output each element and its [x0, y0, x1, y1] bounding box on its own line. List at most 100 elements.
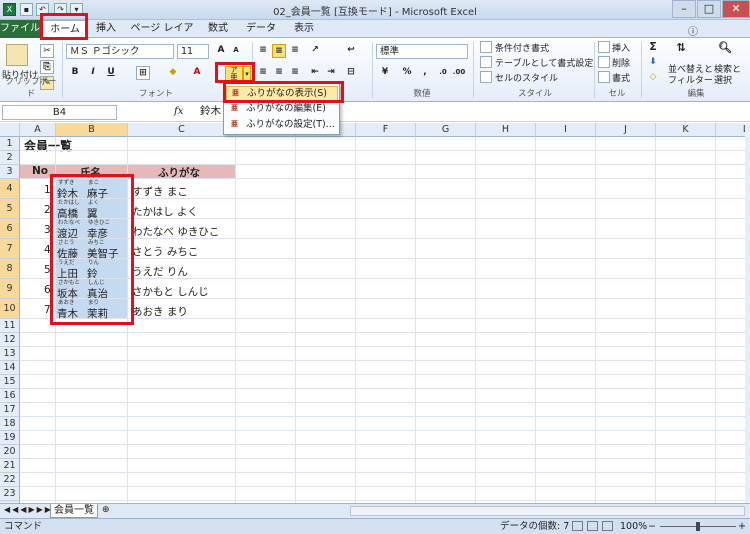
insert-function-button[interactable]: fx	[174, 106, 183, 117]
row-header-16[interactable]: 16	[0, 389, 20, 403]
row-header-3[interactable]: 3	[0, 165, 20, 179]
page-layout-view-icon[interactable]	[587, 521, 598, 531]
zoom-out-button[interactable]: −	[648, 519, 656, 534]
row-header-10[interactable]: 10	[0, 299, 20, 319]
row-header-11[interactable]: 11	[0, 319, 20, 333]
autosum-icon[interactable]: Σ	[646, 41, 660, 55]
row-header-12[interactable]: 12	[0, 333, 20, 347]
name-box[interactable]: B4	[2, 105, 117, 120]
percent-button[interactable]: %	[400, 66, 414, 80]
paste-icon[interactable]	[6, 44, 28, 66]
bold-button[interactable]: B	[68, 66, 82, 80]
tab-file[interactable]: ファイル	[0, 20, 40, 38]
align-center-icon[interactable]: ≡	[272, 66, 286, 80]
menu-item-phonetic-settings[interactable]: 亜 ふりがなの設定(T)...	[226, 118, 338, 133]
filter-button[interactable]: フィルター	[668, 73, 713, 86]
shrink-font-icon[interactable]: A	[229, 44, 243, 58]
select-button[interactable]: 選択	[714, 73, 732, 86]
cut-icon[interactable]: ✂	[40, 44, 54, 58]
fill-color-icon[interactable]: ◆	[166, 66, 180, 80]
column-header-c[interactable]: C	[128, 123, 236, 137]
vertical-scrollbar[interactable]	[745, 123, 750, 503]
row-header-4[interactable]: 4	[0, 179, 20, 199]
minimize-button[interactable]: –	[672, 0, 696, 18]
column-header-j[interactable]: J	[596, 123, 656, 137]
insert-cells-button[interactable]: 挿入	[612, 41, 630, 54]
maximize-button[interactable]: □	[697, 0, 721, 18]
clear-icon[interactable]: ◇	[646, 71, 660, 85]
column-header-g[interactable]: G	[416, 123, 476, 137]
cell-styles-button[interactable]: セルのスタイル	[495, 71, 558, 84]
row-header-5[interactable]: 5	[0, 199, 20, 219]
sheet-tab-members[interactable]: 会員一覧	[50, 504, 98, 518]
underline-button[interactable]: U	[104, 66, 118, 80]
column-header-i[interactable]: I	[536, 123, 596, 137]
tab-data[interactable]: データ	[244, 20, 278, 38]
grow-font-icon[interactable]: A	[214, 44, 228, 58]
format-as-table-button[interactable]: テーブルとして書式設定	[495, 56, 593, 69]
comma-button[interactable]: ,	[418, 66, 432, 80]
row-header-15[interactable]: 15	[0, 375, 20, 389]
quick-access-menu-icon[interactable]: ▾	[70, 3, 83, 16]
sheet-nav-arrows-icon[interactable]: ◀◀◀▶▶▶	[4, 505, 53, 514]
help-icon[interactable]: ⓘ	[688, 23, 698, 38]
row-header-6[interactable]: 6	[0, 219, 20, 239]
row-header-7[interactable]: 7	[0, 239, 20, 259]
page-break-view-icon[interactable]	[602, 521, 613, 531]
column-header-k[interactable]: K	[656, 123, 716, 137]
font-color-icon[interactable]: A	[190, 66, 204, 80]
phonetic-dropdown-arrow[interactable]: ▾	[243, 66, 251, 82]
column-header-f[interactable]: F	[356, 123, 416, 137]
align-middle-icon[interactable]: ≡	[272, 44, 286, 58]
menu-item-show-phonetic[interactable]: 亜 ふりがなの表示(S)	[226, 86, 338, 101]
row-header-2[interactable]: 2	[0, 151, 20, 165]
tab-view[interactable]: 表示	[290, 20, 318, 38]
align-bottom-icon[interactable]: ≡	[288, 44, 302, 58]
close-button[interactable]: ✕	[722, 0, 750, 18]
tab-insert[interactable]: 挿入	[92, 20, 120, 38]
zoom-slider-thumb[interactable]	[696, 522, 700, 531]
border-icon[interactable]: ⊞	[136, 66, 150, 80]
orientation-icon[interactable]: ↗	[308, 44, 322, 58]
wrap-text-icon[interactable]: ↩	[344, 44, 358, 58]
column-header-b[interactable]: B	[56, 123, 128, 137]
select-all-corner[interactable]	[0, 123, 20, 137]
increase-indent-icon[interactable]: ⇥	[324, 66, 338, 80]
undo-icon[interactable]: ↶	[36, 3, 49, 16]
copy-icon[interactable]: ⎘	[40, 60, 54, 74]
row-header-1[interactable]: 1	[0, 137, 20, 151]
font-size-select[interactable]: 11	[177, 44, 209, 59]
phonetic-guide-button[interactable]: ア亜	[225, 66, 243, 82]
tab-formulas[interactable]: 数式	[204, 20, 232, 38]
align-left-icon[interactable]: ≡	[256, 66, 270, 80]
font-name-select[interactable]: ＭＳ Ｐゴシック	[66, 44, 174, 59]
delete-cells-button[interactable]: 削除	[612, 56, 630, 69]
row-header-21[interactable]: 21	[0, 459, 20, 473]
number-format-select[interactable]: 標準	[376, 44, 468, 59]
column-header-h[interactable]: H	[476, 123, 536, 137]
row-header-18[interactable]: 18	[0, 417, 20, 431]
save-icon[interactable]: ▪	[20, 3, 33, 16]
row-header-14[interactable]: 14	[0, 361, 20, 375]
italic-button[interactable]: I	[86, 66, 100, 80]
currency-icon[interactable]: ¥	[378, 66, 392, 80]
increase-decimal-icon[interactable]: .0	[436, 66, 450, 80]
column-header-a[interactable]: A	[20, 123, 56, 137]
merge-center-icon[interactable]: ⊟	[344, 66, 358, 80]
tab-page-layout[interactable]: ページ レイアウト	[128, 20, 196, 51]
decrease-indent-icon[interactable]: ⇤	[308, 66, 322, 80]
row-header-23[interactable]: 23	[0, 487, 20, 501]
format-cells-button[interactable]: 書式	[612, 71, 630, 84]
horizontal-scrollbar[interactable]	[350, 506, 745, 516]
row-header-19[interactable]: 19	[0, 431, 20, 445]
row-header-9[interactable]: 9	[0, 279, 20, 299]
align-top-icon[interactable]: ≡	[256, 44, 270, 58]
row-header-20[interactable]: 20	[0, 445, 20, 459]
row-header-13[interactable]: 13	[0, 347, 20, 361]
row-header-22[interactable]: 22	[0, 473, 20, 487]
row-header-17[interactable]: 17	[0, 403, 20, 417]
worksheet-grid[interactable]: 会員一覧 No 氏名 ふりがな ABCDEFGHIJKL123456789101…	[0, 123, 745, 503]
normal-view-icon[interactable]	[572, 521, 583, 531]
fill-icon[interactable]: ⬇	[646, 56, 660, 70]
tab-home[interactable]: ホーム	[42, 20, 88, 38]
